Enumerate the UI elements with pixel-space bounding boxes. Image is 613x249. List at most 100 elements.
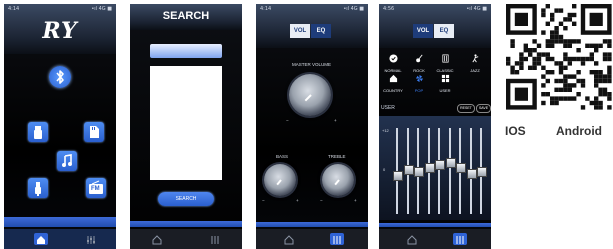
qr-code-image — [506, 4, 612, 110]
preset-label: JAZZ — [470, 68, 480, 73]
preset-jazz[interactable]: JAZZ — [463, 50, 487, 73]
aux-button[interactable] — [28, 178, 48, 198]
eq-slider-track[interactable] — [448, 128, 451, 214]
search-screen: SEARCH SEARCH — [130, 4, 242, 249]
knob-indicator — [304, 94, 312, 102]
check-circle-icon — [388, 54, 398, 63]
treble-minus: − — [320, 198, 323, 203]
eq-slider-handle[interactable] — [456, 162, 466, 173]
volume-screen: 4:14 •ıl 4G ■ VOL EQ MASTER VOLUME − + B… — [256, 4, 368, 249]
ios-label: IOS — [505, 124, 526, 138]
eq-slider-handle[interactable] — [445, 158, 456, 169]
fm-radio-button[interactable]: FM — [86, 178, 106, 198]
nav-home-button[interactable] — [150, 233, 164, 245]
eq-slider-handle[interactable] — [414, 167, 424, 177]
status-bar: 4:56 •ıl 4G ■ — [383, 6, 487, 14]
mixer-icon — [456, 236, 464, 244]
status-bar: 4:14 •ıl 4G ■ — [8, 6, 112, 14]
bass-minus: − — [262, 198, 265, 203]
qr-code — [506, 4, 613, 120]
knob-indicator — [276, 179, 282, 186]
tab-eq[interactable]: EQ — [434, 24, 454, 38]
status-bar: 4:14 •ıl 4G ■ — [260, 6, 364, 14]
status-signal: •ıl 4G ■ — [343, 6, 364, 12]
nav-mixer-button[interactable] — [453, 233, 467, 245]
android-label: Android — [556, 124, 602, 138]
eq-slider-track[interactable] — [438, 128, 440, 214]
bluetooth-icon — [56, 70, 64, 84]
preset-user[interactable]: USER — [433, 70, 457, 93]
music-note-icon — [62, 154, 72, 167]
eq-slider-handle[interactable] — [393, 171, 403, 182]
eq-slider-handle[interactable] — [477, 167, 487, 177]
eq-slider-handle[interactable] — [435, 160, 445, 171]
usb-button[interactable] — [28, 122, 48, 142]
eq-slider-handle[interactable] — [424, 162, 435, 173]
dancer-icon — [471, 54, 478, 63]
mode-tabs: VOL EQ — [379, 24, 491, 38]
nav-home-button[interactable] — [282, 233, 296, 245]
search-button-label: SEARCH — [175, 196, 197, 202]
bluetooth-button[interactable] — [49, 66, 71, 88]
usb-drive-icon — [34, 126, 42, 139]
status-time: 4:56 — [383, 6, 395, 12]
nav-home-button[interactable] — [405, 233, 419, 245]
tab-vol[interactable]: VOL — [290, 24, 310, 38]
bottom-nav — [379, 229, 491, 249]
bass-label: BASS — [276, 154, 289, 159]
mixer-icon — [87, 236, 95, 244]
mixer-icon — [211, 236, 219, 244]
knob-indicator — [334, 179, 340, 186]
eq-slider-handle[interactable] — [403, 165, 414, 176]
preset-country[interactable]: COUNTRY — [381, 70, 405, 93]
tab-eq[interactable]: EQ — [311, 24, 331, 38]
bottom-nav — [256, 229, 368, 249]
preset-pop[interactable]: POP — [407, 70, 431, 93]
eq-bands — [391, 128, 487, 214]
home-icon — [152, 235, 162, 245]
tab-vol[interactable]: VOL — [413, 24, 433, 38]
eq-mid-value: 0 — [383, 167, 386, 172]
pinwheel-icon — [415, 74, 423, 83]
reset-button[interactable]: RESET — [457, 104, 475, 113]
bottom-accent-strip — [379, 223, 491, 227]
sd-card-button[interactable] — [84, 122, 104, 142]
nav-mixer-button[interactable] — [330, 233, 344, 245]
bottom-nav — [4, 229, 116, 249]
master-volume-label: MASTER VOLUME — [292, 62, 332, 67]
home-icon — [284, 235, 294, 245]
home-screen: 4:14 •ıl 4G ■ RY FM — [4, 4, 116, 249]
search-input[interactable] — [150, 44, 222, 58]
home-icon — [407, 235, 417, 245]
search-button[interactable]: SEARCH — [158, 192, 214, 206]
bass-knob[interactable] — [264, 164, 296, 196]
status-time: 4:14 — [260, 6, 272, 12]
preset-label: USER — [439, 88, 451, 93]
status-time: 4:14 — [8, 6, 20, 12]
eq-slider-handle[interactable] — [466, 168, 477, 179]
save-button[interactable]: SAVE — [476, 104, 491, 113]
bottom-accent-strip — [4, 217, 116, 227]
eq-top-value: +12 — [382, 128, 389, 133]
master-volume-knob[interactable] — [289, 74, 331, 116]
bass-plus: + — [296, 198, 299, 203]
nav-mixer-button[interactable] — [208, 233, 222, 245]
app-logo: RY — [42, 18, 78, 44]
home-icon — [37, 236, 45, 244]
preset-label: POP — [414, 88, 424, 93]
mixer-icon — [333, 236, 341, 244]
barn-icon — [389, 74, 397, 83]
nav-home-button[interactable] — [34, 233, 48, 245]
nav-mixer-button[interactable] — [84, 233, 98, 245]
sd-card-icon — [90, 126, 99, 138]
status-signal: •ıl 4G ■ — [91, 6, 112, 12]
treble-plus: + — [354, 198, 357, 203]
music-button[interactable] — [57, 151, 77, 171]
harp-icon — [441, 54, 449, 63]
status-signal: •ıl 4G ■ — [466, 6, 487, 12]
master-minus: − — [286, 118, 289, 123]
device-list[interactable] — [150, 66, 222, 180]
bottom-accent-strip — [130, 221, 242, 227]
treble-knob[interactable] — [322, 164, 354, 196]
mode-tabs: VOL EQ — [256, 24, 368, 38]
